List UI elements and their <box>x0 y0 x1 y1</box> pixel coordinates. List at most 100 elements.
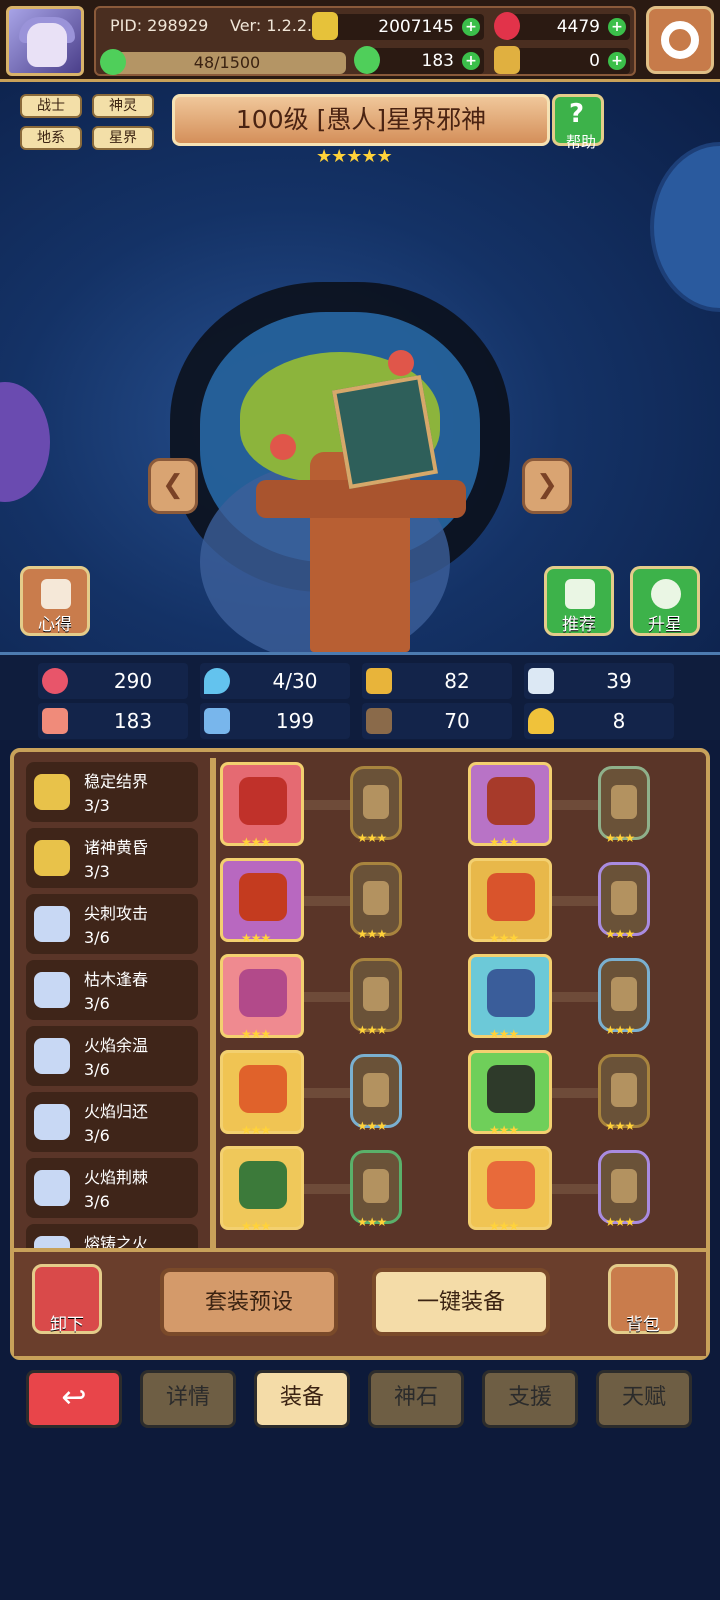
equipment-item[interactable]: ★★★ <box>468 858 552 945</box>
equipment-stars: ★★★ <box>241 1123 271 1137</box>
upgrade-star-button[interactable]: 升星 <box>630 566 700 636</box>
rune-icon <box>611 881 637 915</box>
rune-stars: ★★★ <box>605 1215 635 1229</box>
set-bonus-list[interactable]: 稳定结界 3/3 诸神黄昏 3/3 尖刺攻击 3/6 枯木逢春 3/6 火焰余温… <box>26 762 204 1252</box>
key-icon <box>494 46 520 74</box>
set-bonus-item[interactable]: 诸神黄昏 3/3 <box>26 828 198 888</box>
recommend-label: 推荐 <box>562 615 596 635</box>
backpack-button[interactable]: 背包 <box>608 1264 678 1335</box>
stat-defense: 82 <box>362 663 512 699</box>
purple-planet <box>0 382 50 502</box>
upgrade-star-label: 升星 <box>648 615 682 635</box>
recommend-button[interactable]: 推荐 <box>544 566 614 636</box>
horseshoe-icon <box>528 708 554 734</box>
equipment-stars: ★★★ <box>489 1123 519 1137</box>
gold-coin-icon <box>312 12 338 40</box>
insights-label: 心得 <box>38 615 72 635</box>
tab-god-stone[interactable]: 神石 <box>368 1370 464 1428</box>
settings-button[interactable] <box>646 6 714 74</box>
gold-value: 2007145 <box>378 17 454 37</box>
tab-equipment[interactable]: 装备 <box>254 1370 350 1428</box>
clover-counter: 183 + <box>354 46 484 74</box>
rune-slot[interactable]: ★★★ <box>350 1054 402 1133</box>
set-bonus-item[interactable]: 火焰余温 3/6 <box>26 1026 198 1086</box>
slot-connector <box>552 800 602 810</box>
add-gem-button[interactable]: + <box>608 18 626 36</box>
equipment-item[interactable]: ★★★ <box>220 1050 304 1137</box>
hero-tag-race: 神灵 <box>92 94 154 118</box>
help-button[interactable]: ? 帮助 <box>552 94 604 151</box>
fist-icon <box>42 708 68 734</box>
tab-talent[interactable]: 天赋 <box>596 1370 692 1428</box>
experience-value: 48/1500 <box>193 53 261 72</box>
boot-icon <box>366 708 392 734</box>
slot-connector <box>552 896 602 906</box>
rune-icon <box>363 1073 389 1107</box>
equipment-panel: 稳定结界 3/3 诸神黄昏 3/3 尖刺攻击 3/6 枯木逢春 3/6 火焰余温… <box>10 748 710 1360</box>
book-icon <box>204 708 230 734</box>
rune-slot[interactable]: ★★★ <box>350 862 402 941</box>
slot-connector <box>304 1184 354 1194</box>
rune-stars: ★★★ <box>357 1119 387 1133</box>
rune-slot[interactable]: ★★★ <box>598 766 650 845</box>
equipment-item[interactable]: ★★★ <box>468 762 552 849</box>
experience-bar: 48/1500 <box>100 49 346 75</box>
equipment-item[interactable]: ★★★ <box>468 954 552 1041</box>
rune-slot[interactable]: ★★★ <box>598 862 650 941</box>
stat-speed: 39 <box>524 663 674 699</box>
heart-icon <box>42 668 68 694</box>
set-bonus-item[interactable]: 火焰荆棘 3/6 <box>26 1158 198 1218</box>
rune-slot[interactable]: ★★★ <box>350 766 402 845</box>
equipment-art-icon <box>239 1161 287 1209</box>
red-orb <box>270 434 296 460</box>
rune-icon <box>363 881 389 915</box>
slot-connector <box>304 800 354 810</box>
set-bonus-item[interactable]: 稳定结界 3/3 <box>26 762 198 822</box>
star-badge-icon <box>651 579 681 609</box>
add-clover-button[interactable]: + <box>462 52 480 70</box>
gold-counter: 2007145 + <box>312 12 484 40</box>
equipment-art-icon <box>487 969 535 1017</box>
gem-value: 4479 <box>556 17 600 37</box>
tab-details[interactable]: 详情 <box>140 1370 236 1428</box>
rune-icon <box>611 1169 637 1203</box>
equipment-item[interactable]: ★★★ <box>468 1146 552 1233</box>
equipment-item[interactable]: ★★★ <box>468 1050 552 1137</box>
add-gold-button[interactable]: + <box>462 18 480 36</box>
set-bonus-item[interactable]: 枯木逢春 3/6 <box>26 960 198 1020</box>
set-bonus-item[interactable]: 尖刺攻击 3/6 <box>26 894 198 954</box>
question-mark-icon: ? <box>569 99 585 129</box>
back-button[interactable]: ↩ <box>26 1370 122 1428</box>
tab-support[interactable]: 支援 <box>482 1370 578 1428</box>
rune-icon <box>611 785 637 819</box>
rune-icon <box>611 977 637 1011</box>
equipment-item[interactable]: ★★★ <box>220 762 304 849</box>
previous-hero-button[interactable]: ❮ <box>148 458 198 514</box>
set-bonus-item[interactable]: 火焰归还 3/6 <box>26 1092 198 1152</box>
set-preset-button[interactable]: 套装预设 <box>160 1268 338 1336</box>
rune-slot[interactable]: ★★★ <box>350 958 402 1037</box>
equip-all-button[interactable]: 一键装备 <box>372 1268 550 1336</box>
rune-slot[interactable]: ★★★ <box>598 1150 650 1229</box>
stat-health: 290 <box>38 663 188 699</box>
equipment-stars: ★★★ <box>489 835 519 849</box>
rune-icon <box>363 977 389 1011</box>
equipment-art-icon <box>487 1161 535 1209</box>
top-bar: PID: 298929 Ver: 1.2.2.1 2007145 + 4479 … <box>0 0 720 82</box>
rune-stars: ★★★ <box>357 927 387 941</box>
equipment-item[interactable]: ★★★ <box>220 954 304 1041</box>
add-key-button[interactable]: + <box>608 52 626 70</box>
slot-connector <box>304 1088 354 1098</box>
player-avatar[interactable] <box>6 6 84 76</box>
stat-mana: 4/30 <box>200 663 350 699</box>
unequip-button[interactable]: 卸下 <box>32 1264 102 1335</box>
insights-button[interactable]: 心得 <box>20 566 90 636</box>
rune-slot[interactable]: ★★★ <box>350 1150 402 1229</box>
rune-slot[interactable]: ★★★ <box>598 1054 650 1133</box>
rune-slot[interactable]: ★★★ <box>598 958 650 1037</box>
clover-icon <box>354 46 380 74</box>
equipment-item[interactable]: ★★★ <box>220 858 304 945</box>
hero-tag-realm: 星界 <box>92 126 154 150</box>
equipment-item[interactable]: ★★★ <box>220 1146 304 1233</box>
next-hero-button[interactable]: ❯ <box>522 458 572 514</box>
